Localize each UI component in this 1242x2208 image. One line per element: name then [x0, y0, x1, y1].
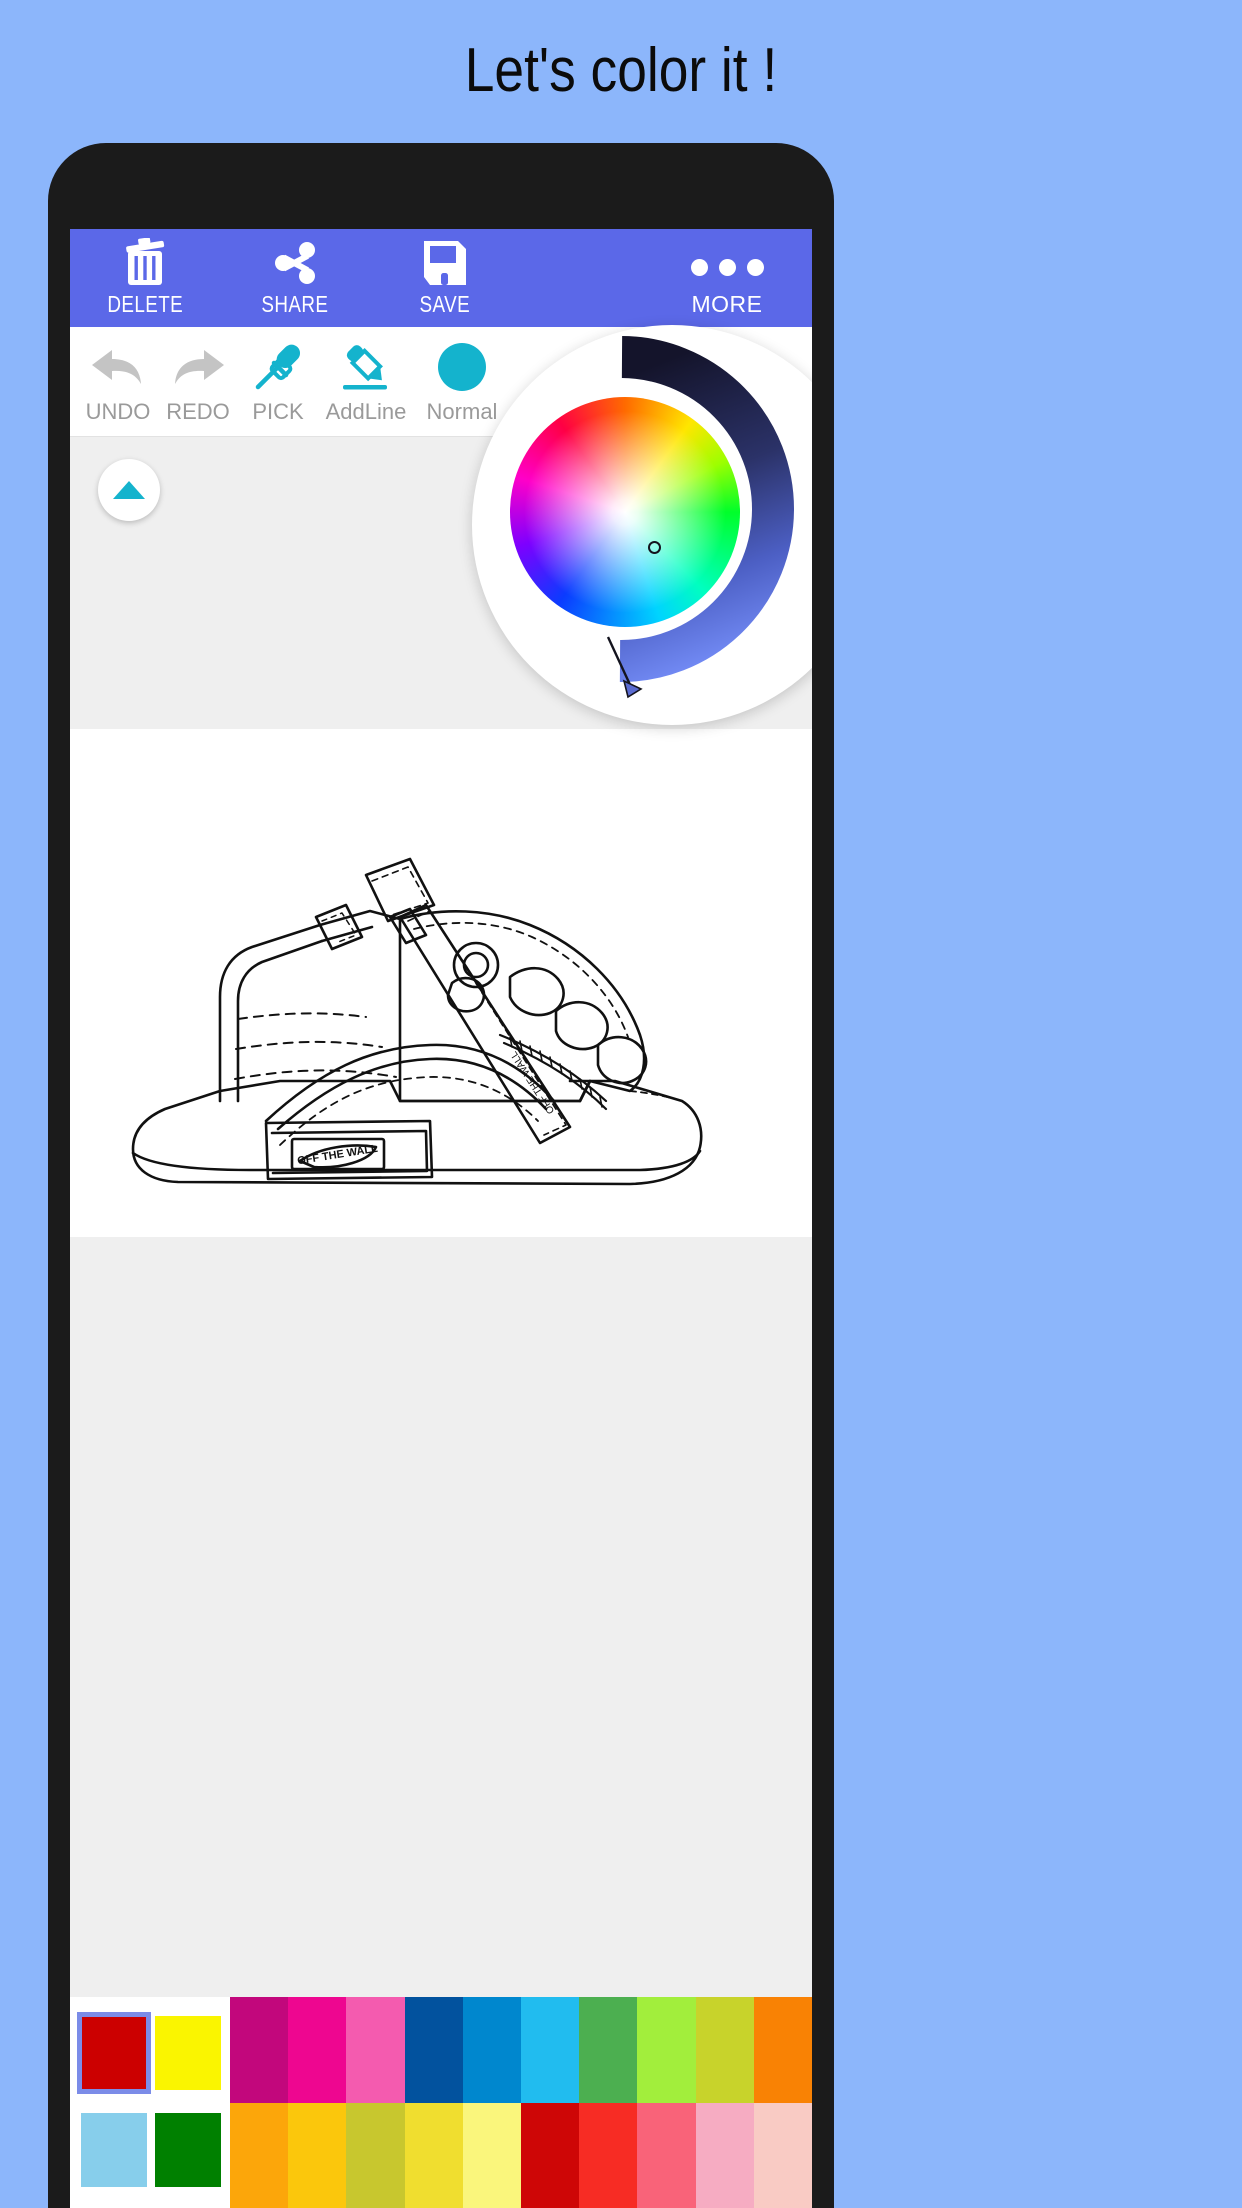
palette-swatch-4-bottom[interactable] [462, 2102, 521, 2208]
triangle-up-icon [113, 481, 145, 499]
palette-swatch-9-bottom[interactable] [753, 2102, 812, 2208]
palette-swatch-7-bottom[interactable] [637, 2102, 696, 2208]
phone-mockup: DELETE SHARE SAVE MORE UNDO REDO PICK Ad… [48, 143, 834, 2208]
recent-color-cell [77, 2007, 151, 2099]
palette-swatch-6-top[interactable] [579, 1997, 638, 2103]
more-dots-icon [690, 237, 764, 289]
undo-arrow-icon [88, 337, 148, 397]
palette-swatch-5-top[interactable] [521, 1997, 580, 2103]
palette-swatch-3-bottom[interactable] [404, 2102, 463, 2208]
addline-button-label: AddLine [325, 399, 407, 424]
recent-color-cell [80, 2105, 148, 2197]
color-wheel-disc[interactable] [510, 397, 740, 627]
drawing-paper[interactable]: OFF THE WALL OFF THE WALL [70, 729, 812, 1237]
floppy-disk-icon [420, 237, 470, 289]
action-bar: DELETE SHARE SAVE MORE [70, 229, 812, 327]
palette-swatch-4-top[interactable] [462, 1997, 521, 2103]
pencil-line-icon [337, 337, 395, 397]
addline-button[interactable]: AddLine [318, 327, 414, 437]
recent-color-cell [154, 2007, 222, 2099]
palette-swatch-2-bottom[interactable] [346, 2102, 405, 2208]
redo-button[interactable]: REDO [158, 327, 238, 437]
palette-swatch-0-bottom[interactable] [230, 2102, 289, 2208]
delete-button-label: DELETE [107, 291, 183, 317]
share-button-label: SHARE [261, 291, 329, 317]
redo-button-label: REDO [166, 399, 230, 424]
palette-swatch-5-bottom[interactable] [521, 2102, 580, 2208]
undo-button[interactable]: UNDO [78, 327, 158, 437]
color-wheel-cursor[interactable] [648, 541, 661, 554]
undo-button-label: UNDO [85, 399, 151, 424]
palette-swatch-2-top[interactable] [346, 1997, 405, 2103]
recent-color-cell [154, 2105, 222, 2197]
save-button[interactable]: SAVE [370, 229, 520, 327]
palette-swatch-6-bottom[interactable] [579, 2102, 638, 2208]
palette-swatch-3-top[interactable] [404, 1997, 463, 2103]
eyedropper-icon [250, 337, 306, 397]
palette-grid [230, 1997, 812, 2208]
sneaker-line-drawing[interactable]: OFF THE WALL OFF THE WALL [70, 729, 812, 1237]
page-title: Let's color it ! [87, 0, 1155, 140]
palette-swatch-1-bottom[interactable] [288, 2102, 347, 2208]
share-button[interactable]: SHARE [220, 229, 370, 327]
recent-color-swatch-1[interactable] [155, 2015, 221, 2090]
recent-color-swatch-2[interactable] [81, 2113, 147, 2188]
save-button-label: SAVE [419, 291, 471, 317]
color-palette [70, 1997, 812, 2208]
canvas-stage[interactable]: OFF THE WALL OFF THE WALL [70, 325, 812, 1997]
color-wheel-panel[interactable] [472, 325, 812, 725]
more-button[interactable]: MORE [642, 229, 812, 327]
palette-swatch-8-bottom[interactable] [695, 2102, 754, 2208]
more-button-label: MORE [691, 291, 763, 317]
palette-swatch-1-top[interactable] [288, 1997, 347, 2103]
pick-button[interactable]: PICK [238, 327, 318, 437]
share-icon [271, 237, 319, 289]
palette-swatch-0-top[interactable] [230, 1997, 289, 2103]
trash-icon [122, 237, 168, 289]
redo-arrow-icon [168, 337, 228, 397]
palette-swatch-9-top[interactable] [753, 1997, 812, 2103]
recent-color-swatch-3[interactable] [155, 2113, 221, 2188]
delete-button[interactable]: DELETE [70, 229, 220, 327]
phone-screen: DELETE SHARE SAVE MORE UNDO REDO PICK Ad… [70, 229, 812, 2208]
collapse-toolbar-button[interactable] [98, 459, 160, 521]
palette-swatch-7-top[interactable] [637, 1997, 696, 2103]
pick-button-label: PICK [252, 399, 304, 424]
recent-colors [70, 1997, 230, 2208]
palette-swatch-8-top[interactable] [695, 1997, 754, 2103]
page-title-text: Let's color it ! [464, 35, 778, 105]
recent-color-swatch-0[interactable] [77, 2011, 151, 2094]
